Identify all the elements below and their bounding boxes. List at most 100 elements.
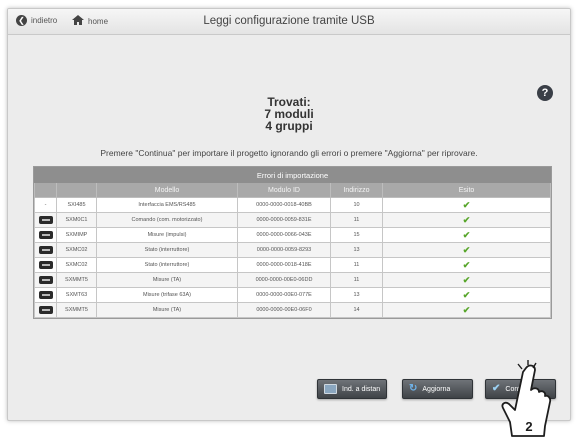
row-model: Stato (interruttore) xyxy=(96,257,238,273)
row-result: ✔ xyxy=(382,242,551,258)
row-result: ✔ xyxy=(382,287,551,303)
row-code-text: SXMT63 xyxy=(65,292,88,298)
table-row[interactable]: SXMT63 Misure (trifase 63A) 0000-0000-00E0… xyxy=(34,287,551,303)
row-model-text: Misure (impulsi) xyxy=(147,232,187,238)
refresh-icon: ↻ xyxy=(409,383,418,394)
col-header-code xyxy=(56,182,97,198)
row-code-text: SXI485 xyxy=(67,202,86,208)
device-icon xyxy=(38,306,53,314)
row-address-text: 13 xyxy=(353,247,360,253)
device-icon xyxy=(38,261,53,269)
row-code: SXMMT5 xyxy=(56,272,97,288)
row-address-text: 10 xyxy=(353,202,360,208)
row-module-id: 0000-0000-0059-8293 xyxy=(237,242,331,258)
device-icon xyxy=(38,246,53,254)
summary-groups: 4 gruppi xyxy=(265,119,313,133)
row-code: SXI485 xyxy=(56,197,97,213)
row-address: 11 xyxy=(330,212,383,228)
row-icon-cell xyxy=(34,257,57,273)
row-module-id-text: 0000-0000-00E0-06DD xyxy=(255,277,313,283)
row-result-text: ✔ xyxy=(462,259,471,270)
row-result: ✔ xyxy=(382,197,551,213)
row-address-text: 11 xyxy=(353,217,360,223)
row-code: SXMC02 xyxy=(56,242,97,258)
device-icon xyxy=(38,216,53,224)
row-code-text: SXMC02 xyxy=(65,247,88,253)
row-module-id: 0000-0000-0018-418E xyxy=(237,257,331,273)
row-result: ✔ xyxy=(382,302,551,318)
row-model-text: Interfaccia EMS/RS485 xyxy=(138,202,196,208)
table-row[interactable]: SXMC02 Stato (interruttore) 0000-0000-0059… xyxy=(34,242,551,258)
device-icon xyxy=(38,231,53,239)
row-code-text: SXM0C1 xyxy=(65,217,88,223)
col-header-result: Esito xyxy=(382,182,551,198)
row-result: ✔ xyxy=(382,257,551,273)
update-button[interactable]: ↻ Aggiorna xyxy=(402,379,473,399)
row-code: SXMC02 xyxy=(56,257,97,273)
row-model-text: Misure (trifase 63A) xyxy=(143,292,191,298)
row-address-text: 15 xyxy=(353,232,360,238)
remote-address-label: Ind. a distan xyxy=(342,385,381,393)
row-model: Interfaccia EMS/RS485 xyxy=(96,197,238,213)
row-module-id-text: 0000-0000-00E0-06F0 xyxy=(256,307,312,313)
row-module-id: 0000-0000-00E0-06F0 xyxy=(237,302,331,318)
device-icon xyxy=(38,276,53,284)
row-model-text: Stato (interruttore) xyxy=(144,262,190,268)
row-module-id: 0000-0000-0018-40BB xyxy=(237,197,331,213)
row-code-text: SXMMT5 xyxy=(65,277,88,283)
row-result-text: ✔ xyxy=(462,244,471,255)
row-model: Stato (interruttore) xyxy=(96,242,238,258)
row-model-text: Misure (TA) xyxy=(152,307,182,313)
row-icon-cell xyxy=(34,227,57,243)
summary: Trovati: 7 moduli 4 gruppi xyxy=(8,96,570,132)
row-module-id: 0000-0000-00E0-077E xyxy=(237,287,331,303)
row-code: SXMMT5 xyxy=(56,302,97,318)
table-row[interactable]: SXMIMP Misure (impulsi) 0000-0000-0066-043… xyxy=(34,227,551,243)
row-model-text: Misure (TA) xyxy=(152,277,182,283)
row-module-id: 0000-0000-00E0-06DD xyxy=(237,272,331,288)
table-row[interactable]: - SXI485 Interfaccia EMS/RS485 0000-0000-00… xyxy=(34,197,551,213)
row-result-text: ✔ xyxy=(462,199,471,210)
row-module-id-text: 0000-0000-0059-831E xyxy=(256,217,312,223)
row-code: SXM0C1 xyxy=(56,212,97,228)
monitor-icon xyxy=(324,384,337,394)
row-address-text: 13 xyxy=(353,292,360,298)
table-caption: Errori di importazione xyxy=(34,167,551,183)
row-address: 13 xyxy=(330,287,383,303)
row-result: ✔ xyxy=(382,227,551,243)
row-icon-cell xyxy=(34,287,57,303)
row-code-text: SXMC02 xyxy=(65,262,88,268)
row-result: ✔ xyxy=(382,212,551,228)
row-code-text: SXMMT5 xyxy=(65,307,88,313)
instruction-text: Premere "Continua" per importare il prog… xyxy=(100,148,478,158)
row-result-text: ✔ xyxy=(462,289,471,300)
import-errors-table: Errori di importazione Modello Modulo ID… xyxy=(33,166,552,319)
help-icon[interactable]: ? xyxy=(537,85,553,101)
col-header-address: Indirizzo xyxy=(330,182,383,198)
row-model-text: Comando (com. motorizzato) xyxy=(131,217,203,223)
remote-address-button[interactable]: Ind. a distan xyxy=(317,379,387,399)
table-row[interactable]: SXMMT5 Misure (TA) 0000-0000-00E0-06DD 11 ✔ xyxy=(34,272,551,288)
row-address: 14 xyxy=(330,302,383,318)
table-row[interactable]: SXMC02 Stato (interruttore) 0000-0000-0018… xyxy=(34,257,551,273)
table-row[interactable]: SXM0C1 Comando (com. motorizzato) 0000-000… xyxy=(34,212,551,228)
row-result-text: ✔ xyxy=(462,274,471,285)
row-result: ✔ xyxy=(382,272,551,288)
table-row[interactable]: SXMMT5 Misure (TA) 0000-0000-00E0-06F0 14 ✔ xyxy=(34,302,551,318)
row-address-text: 11 xyxy=(353,262,360,268)
page-title: Leggi configurazione tramite USB xyxy=(203,15,375,27)
row-code: SXMT63 xyxy=(56,287,97,303)
row-address-text: 11 xyxy=(353,277,360,283)
row-address: 13 xyxy=(330,242,383,258)
row-address: 11 xyxy=(330,257,383,273)
row-result-text: ✔ xyxy=(462,214,471,225)
row-icon-cell: - xyxy=(34,197,57,213)
col-header-model: Modello xyxy=(96,182,238,198)
row-address-text: 14 xyxy=(353,307,360,313)
row-module-id-text: 0000-0000-0066-043E xyxy=(256,232,312,238)
col-header-icon xyxy=(34,182,57,198)
row-code: SXMIMP xyxy=(56,227,97,243)
update-label: Aggiorna xyxy=(422,385,451,393)
row-model: Misure (TA) xyxy=(96,272,238,288)
row-result-text: ✔ xyxy=(462,229,471,240)
